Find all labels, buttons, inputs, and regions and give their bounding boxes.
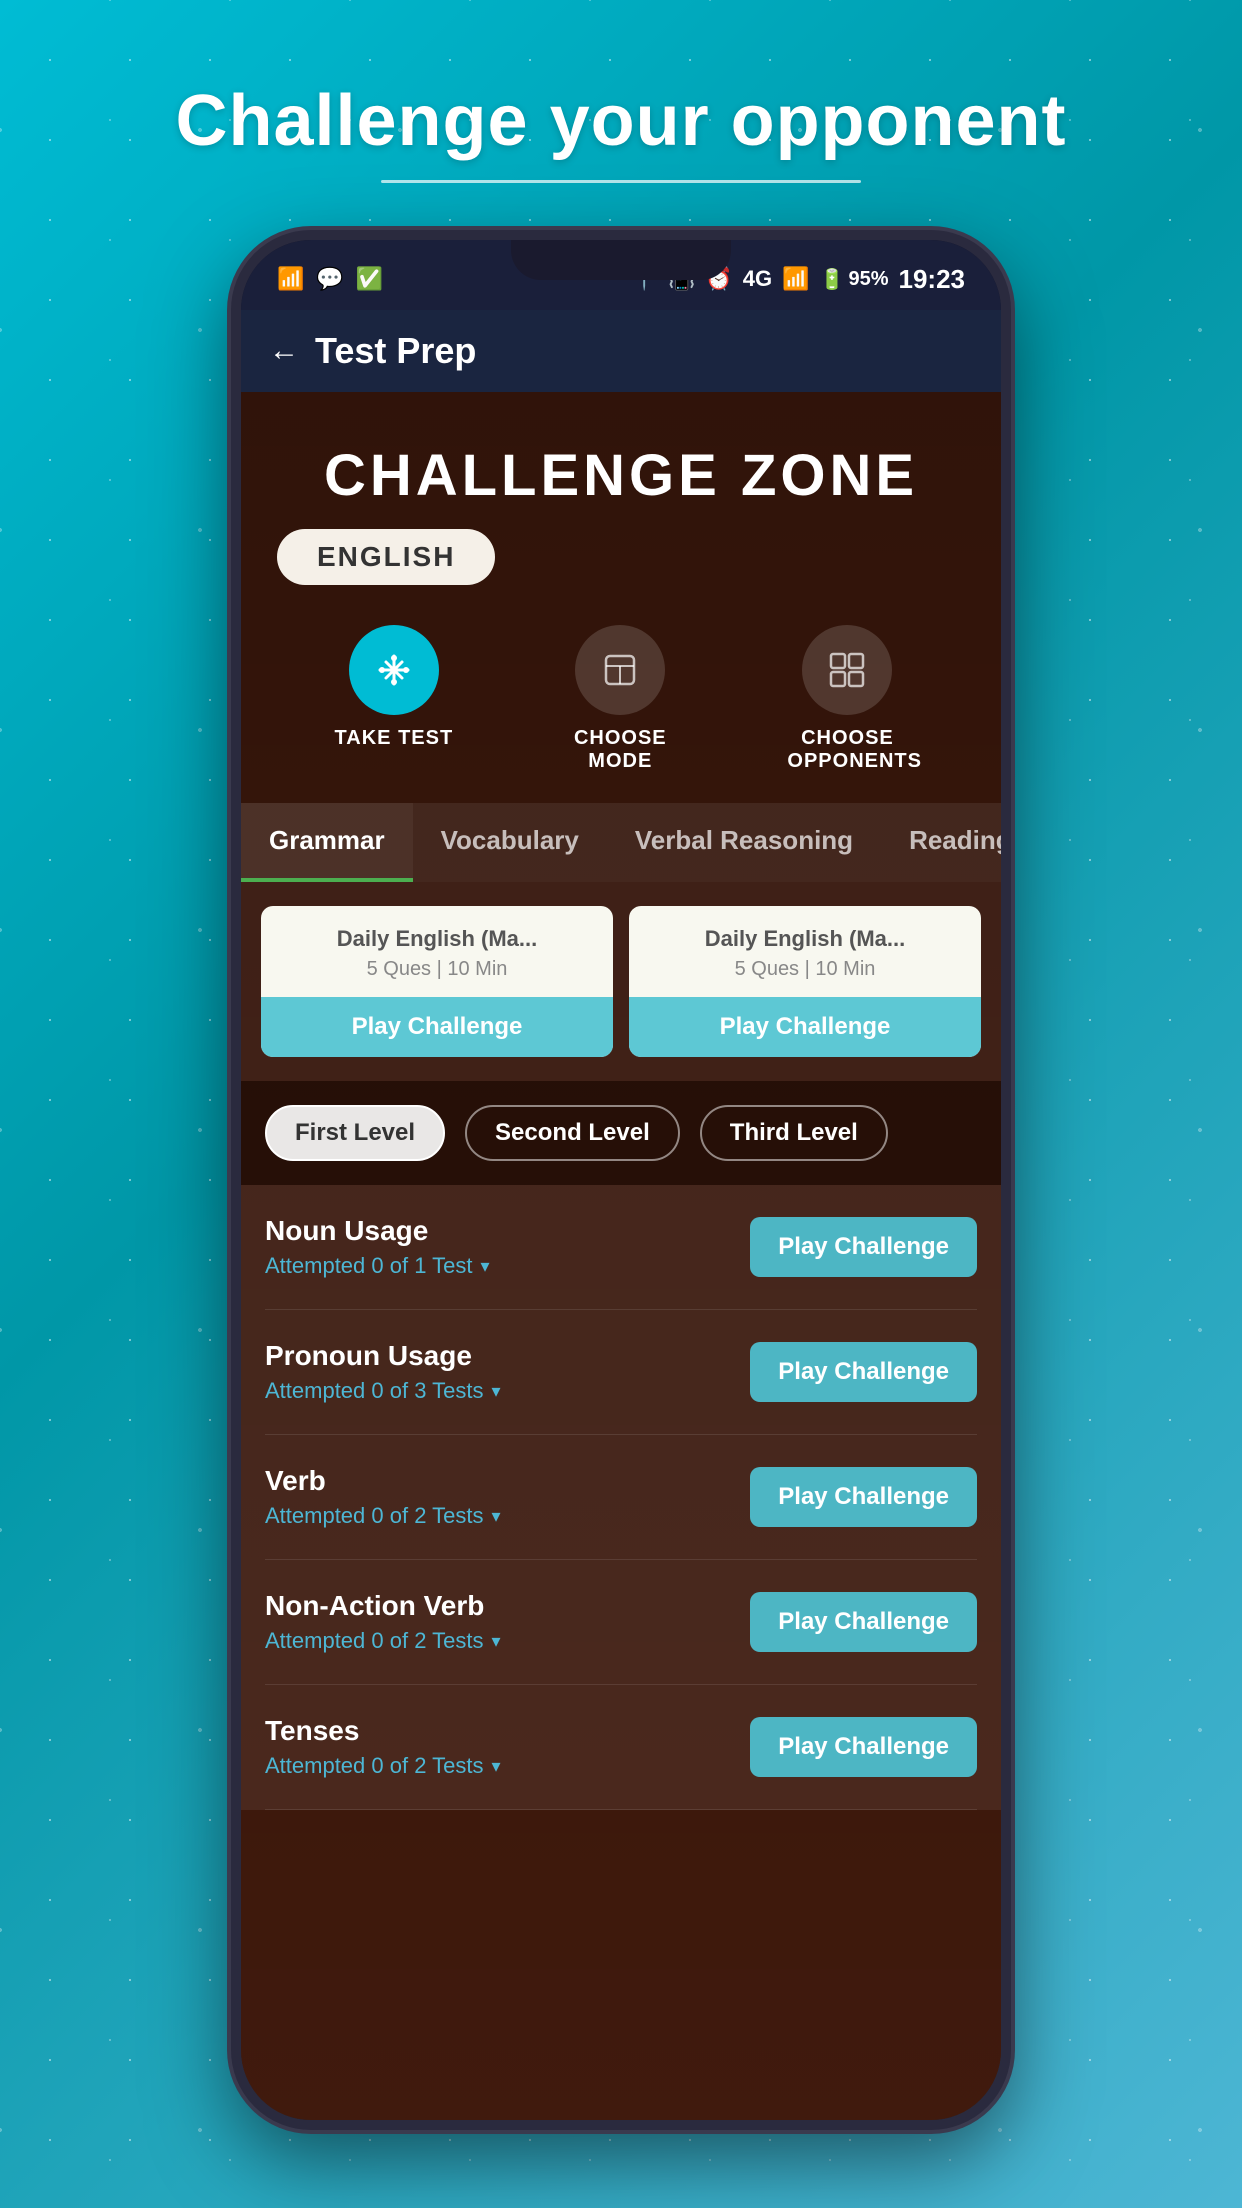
topic-name-noun-usage: Noun Usage	[265, 1215, 490, 1247]
topic-item-verb: Verb Attempted 0 of 2 Tests ▾ Play Chall…	[265, 1435, 977, 1560]
daily-cards: Daily English (Ma... 5 Ques | 10 Min Pla…	[241, 882, 1001, 1081]
app-header-title: Test Prep	[315, 330, 476, 372]
time-display: 19:23	[899, 264, 966, 295]
title-underline	[381, 180, 861, 183]
topic-info-pronoun-usage: Pronoun Usage Attempted 0 of 3 Tests ▾	[265, 1340, 501, 1404]
chat-icon: 💬	[316, 266, 343, 292]
challenge-zone-title-area: CHALLENGE ZONE	[241, 392, 1001, 529]
topic-attempts-pronoun-usage: Attempted 0 of 3 Tests ▾	[265, 1378, 501, 1404]
chevron-icon-verb: ▾	[492, 1506, 501, 1527]
english-badge[interactable]: ENGLISH	[277, 529, 495, 585]
daily-card-1: Daily English (Ma... 5 Ques | 10 Min Pla…	[261, 906, 613, 1057]
app-header: ← Test Prep	[241, 310, 1001, 392]
topic-list: Noun Usage Attempted 0 of 1 Test ▾ Play …	[241, 1185, 1001, 1810]
mode-item-take-test[interactable]: TAKE TEST	[335, 625, 454, 750]
play-btn-pronoun-usage[interactable]: Play Challenge	[750, 1342, 977, 1402]
topic-item-non-action-verb: Non-Action Verb Attempted 0 of 2 Tests ▾…	[265, 1560, 977, 1685]
chevron-icon-tenses: ▾	[492, 1756, 501, 1777]
daily-card-1-play-btn[interactable]: Play Challenge	[261, 997, 613, 1057]
challenge-zone-text: CHALLENGE ZONE	[324, 443, 918, 508]
level-buttons: First Level Second Level Third Level	[241, 1081, 1001, 1185]
topic-info-verb: Verb Attempted 0 of 2 Tests ▾	[265, 1465, 501, 1529]
mode-item-choose-mode[interactable]: CHOOSE MODE	[560, 625, 680, 773]
topic-info-non-action-verb: Non-Action Verb Attempted 0 of 2 Tests ▾	[265, 1590, 501, 1654]
mode-item-choose-opponents[interactable]: CHOOSE OPPONENTS	[787, 625, 907, 773]
topic-name-tenses: Tenses	[265, 1715, 501, 1747]
take-test-label: TAKE TEST	[335, 727, 454, 750]
daily-card-2-title: Daily English (Ma...	[645, 926, 965, 952]
topic-name-pronoun-usage: Pronoun Usage	[265, 1340, 501, 1372]
topic-item-tenses: Tenses Attempted 0 of 2 Tests ▾ Play Cha…	[265, 1685, 977, 1810]
daily-card-2-play-btn[interactable]: Play Challenge	[629, 997, 981, 1057]
phone-frame: 📶 💬 ✅ 📍 📳 ⏰ 4G 📶 🔋 95% 19:23 ← Test Prep…	[231, 230, 1011, 2130]
take-test-icon-circle	[349, 625, 439, 715]
topic-info-noun-usage: Noun Usage Attempted 0 of 1 Test ▾	[265, 1215, 490, 1279]
topic-attempts-noun-usage: Attempted 0 of 1 Test ▾	[265, 1253, 490, 1279]
chevron-icon-noun: ▾	[481, 1256, 490, 1277]
topic-attempts-non-action-verb: Attempted 0 of 2 Tests ▾	[265, 1628, 501, 1654]
daily-card-1-body: Daily English (Ma... 5 Ques | 10 Min	[261, 906, 613, 997]
topic-name-verb: Verb	[265, 1465, 501, 1497]
daily-card-2-meta: 5 Ques | 10 Min	[645, 958, 965, 981]
check-icon: ✅	[356, 266, 383, 292]
daily-card-2: Daily English (Ma... 5 Ques | 10 Min Pla…	[629, 906, 981, 1057]
chevron-icon-non-action: ▾	[492, 1631, 501, 1652]
network-label: 4G	[743, 266, 772, 292]
choose-opponents-label: CHOOSE OPPONENTS	[787, 727, 907, 773]
chevron-icon-pronoun: ▾	[492, 1381, 501, 1402]
mode-icons-row: TAKE TEST CHOOSE MODE	[241, 615, 1001, 803]
signal-icon: 📶	[782, 266, 809, 292]
choose-mode-icon-circle	[575, 625, 665, 715]
app-content: CHALLENGE ZONE ENGLISH	[241, 392, 1001, 2130]
choose-opponents-icon-circle	[802, 625, 892, 715]
tab-reading-comprehension[interactable]: Reading Compreh...	[881, 803, 1001, 882]
back-button[interactable]: ←	[269, 334, 299, 368]
topic-item-pronoun-usage: Pronoun Usage Attempted 0 of 3 Tests ▾ P…	[265, 1310, 977, 1435]
topic-attempts-verb: Attempted 0 of 2 Tests ▾	[265, 1503, 501, 1529]
play-btn-noun-usage[interactable]: Play Challenge	[750, 1217, 977, 1277]
wifi-icon: 📶	[277, 266, 304, 292]
phone-notch	[511, 240, 731, 280]
level-btn-third[interactable]: Third Level	[700, 1105, 888, 1161]
topic-info-tenses: Tenses Attempted 0 of 2 Tests ▾	[265, 1715, 501, 1779]
tab-verbal-reasoning[interactable]: Verbal Reasoning	[607, 803, 881, 882]
play-btn-non-action-verb[interactable]: Play Challenge	[750, 1592, 977, 1652]
english-badge-wrap: ENGLISH	[241, 529, 1001, 615]
play-btn-verb[interactable]: Play Challenge	[750, 1467, 977, 1527]
level-btn-second[interactable]: Second Level	[465, 1105, 680, 1161]
page-title: Challenge your opponent	[0, 80, 1242, 162]
page-title-area: Challenge your opponent	[0, 0, 1242, 213]
level-btn-first[interactable]: First Level	[265, 1105, 445, 1161]
tab-bar: Grammar Vocabulary Verbal Reasoning Read…	[241, 803, 1001, 882]
choose-mode-label: CHOOSE MODE	[560, 727, 680, 773]
tab-vocabulary[interactable]: Vocabulary	[413, 803, 607, 882]
topic-item-noun-usage: Noun Usage Attempted 0 of 1 Test ▾ Play …	[265, 1185, 977, 1310]
topic-attempts-tenses: Attempted 0 of 2 Tests ▾	[265, 1753, 501, 1779]
daily-card-1-title: Daily English (Ma...	[277, 926, 597, 952]
tab-grammar[interactable]: Grammar	[241, 803, 413, 882]
status-left: 📶 💬 ✅	[277, 266, 383, 292]
battery-icon: 🔋 95%	[820, 267, 889, 292]
play-btn-tenses[interactable]: Play Challenge	[750, 1717, 977, 1777]
topic-name-non-action-verb: Non-Action Verb	[265, 1590, 501, 1622]
daily-card-1-meta: 5 Ques | 10 Min	[277, 958, 597, 981]
battery-percent: 95%	[848, 268, 888, 291]
daily-card-2-body: Daily English (Ma... 5 Ques | 10 Min	[629, 906, 981, 997]
